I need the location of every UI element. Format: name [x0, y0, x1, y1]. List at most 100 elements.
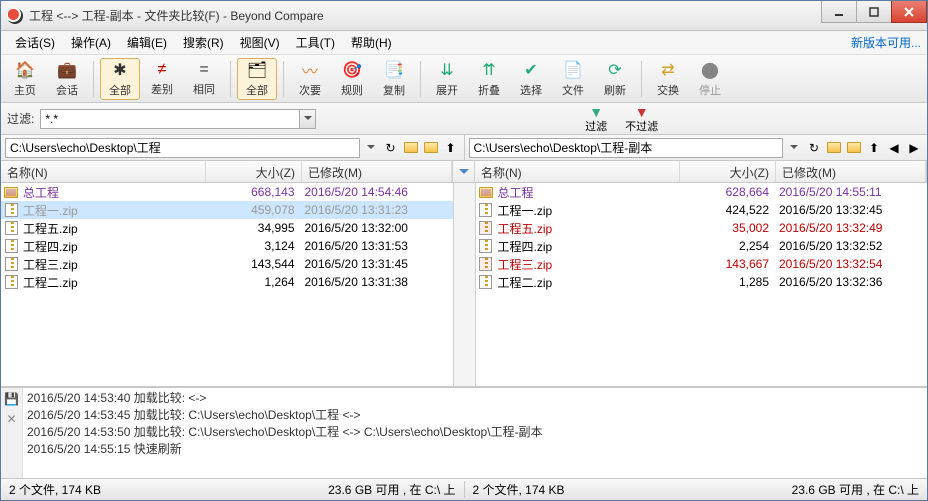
file-row[interactable]: 工程一.zip424,5222016/5/20 13:32:45 — [476, 201, 928, 219]
file-modified: 2016/5/20 14:55:11 — [775, 185, 925, 199]
file-size: 459,078 — [205, 203, 301, 217]
folder-icon — [479, 187, 493, 198]
structure-all-button[interactable]: 🗂全部 — [237, 58, 277, 100]
left-path-dropdown[interactable] — [362, 139, 380, 157]
col-size[interactable]: 大小(Z) — [206, 161, 302, 182]
col-name[interactable]: 名称(N) — [1, 161, 206, 182]
file-row[interactable]: 工程三.zip143,5442016/5/20 13:31:45 — [1, 255, 453, 273]
chevron-down-icon — [459, 169, 469, 175]
file-modified: 2016/5/20 13:32:49 — [775, 221, 925, 235]
toolbar-separator — [420, 61, 421, 97]
filter-bar: 过滤: ▼过滤 ▼不过滤 — [1, 103, 927, 135]
left-file-pane[interactable]: 总工程668,1432016/5/20 14:54:46工程一.zip459,0… — [1, 183, 454, 386]
right-up-button[interactable]: ⬆ — [865, 139, 883, 157]
path-row: ↻ ⬆ ↻ ⬆ ◀ ▶ — [1, 135, 927, 161]
file-size: 143,667 — [679, 257, 775, 271]
filter-input[interactable] — [40, 109, 300, 129]
file-icon: 📄 — [563, 60, 583, 80]
log-line: 2016/5/20 14:53:45 加载比较: C:\Users\echo\D… — [27, 407, 923, 424]
filter-dropdown-button[interactable] — [300, 109, 316, 129]
show-same-button[interactable]: =相同 — [184, 58, 224, 100]
left-path-cell: ↻ ⬆ — [1, 135, 465, 160]
disk-icon[interactable]: 💾 — [4, 392, 19, 406]
file-modified: 2016/5/20 13:31:45 — [301, 257, 451, 271]
log-body[interactable]: 2016/5/20 14:53:40 加载比较: <->2016/5/20 14… — [23, 388, 927, 478]
col-size[interactable]: 大小(Z) — [680, 161, 776, 182]
right-path-dropdown[interactable] — [785, 139, 803, 157]
right-browse-folder-button[interactable] — [825, 139, 843, 157]
col-modified[interactable]: 已修改(M) — [776, 161, 926, 182]
folder-open-icon — [424, 142, 438, 153]
right-forward-button[interactable]: ▶ — [905, 139, 923, 157]
apply-filter-button[interactable]: ▼过滤 — [579, 104, 613, 134]
left-up-button[interactable]: ⬆ — [442, 139, 460, 157]
left-browse-folder-button[interactable] — [402, 139, 420, 157]
right-path-input[interactable] — [469, 138, 784, 158]
minimize-button[interactable] — [821, 1, 857, 23]
file-row[interactable]: 总工程668,1432016/5/20 14:54:46 — [1, 183, 453, 201]
center-gutter[interactable] — [454, 183, 476, 386]
file-row[interactable]: 工程五.zip35,0022016/5/20 13:32:49 — [476, 219, 928, 237]
file-row[interactable]: 工程四.zip2,2542016/5/20 13:32:52 — [476, 237, 928, 255]
log-line: 2016/5/20 14:53:50 加载比较: C:\Users\echo\D… — [27, 424, 923, 441]
collapse-button[interactable]: ⇈折叠 — [469, 58, 509, 100]
menu-edit[interactable]: 编辑(E) — [119, 31, 175, 54]
col-name[interactable]: 名称(N) — [475, 161, 680, 182]
session-button[interactable]: 💼会话 — [47, 58, 87, 100]
files-button[interactable]: 📄文件 — [553, 58, 593, 100]
right-file-pane[interactable]: 总工程628,6642016/5/20 14:55:11工程一.zip424,5… — [476, 183, 928, 386]
file-row[interactable]: 工程一.zip459,0782016/5/20 13:31:23 — [1, 201, 453, 219]
expand-button[interactable]: ⇊展开 — [427, 58, 467, 100]
maximize-button[interactable] — [856, 1, 892, 23]
menu-view[interactable]: 视图(V) — [232, 31, 288, 54]
funnel-icon: ▼ — [589, 104, 603, 118]
show-diff-button[interactable]: ≠差别 — [142, 58, 182, 100]
right-back-button[interactable]: ◀ — [885, 139, 903, 157]
clear-log-icon[interactable]: ✕ — [6, 412, 16, 426]
file-size: 668,143 — [205, 185, 301, 199]
rules-button[interactable]: 🎯规则 — [332, 58, 372, 100]
app-window: 工程 <--> 工程-副本 - 文件夹比较(F) - Beyond Compar… — [0, 0, 928, 501]
minor-button[interactable]: 〰次要 — [290, 58, 330, 100]
show-all-button[interactable]: ✱全部 — [100, 58, 140, 100]
file-size: 143,544 — [205, 257, 301, 271]
center-gutter-header[interactable] — [453, 161, 475, 183]
update-available-link[interactable]: 新版本可用... — [851, 34, 921, 51]
file-modified: 2016/5/20 13:32:00 — [301, 221, 451, 235]
file-row[interactable]: 总工程628,6642016/5/20 14:55:11 — [476, 183, 928, 201]
left-history-button[interactable]: ↻ — [382, 139, 400, 157]
file-row[interactable]: 工程二.zip1,2852016/5/20 13:32:36 — [476, 273, 928, 291]
file-row[interactable]: 工程五.zip34,9952016/5/20 13:32:00 — [1, 219, 453, 237]
briefcase-icon: 💼 — [57, 60, 77, 80]
close-button[interactable] — [891, 1, 927, 23]
menu-tools[interactable]: 工具(T) — [288, 31, 343, 54]
left-path-input[interactable] — [5, 138, 360, 158]
refresh-button[interactable]: ⟳刷新 — [595, 58, 635, 100]
file-row[interactable]: 工程三.zip143,6672016/5/20 13:32:54 — [476, 255, 928, 273]
folder-icon — [4, 187, 18, 198]
file-row[interactable]: 工程四.zip3,1242016/5/20 13:31:53 — [1, 237, 453, 255]
col-modified[interactable]: 已修改(M) — [302, 161, 452, 182]
menu-action[interactable]: 操作(A) — [63, 31, 119, 54]
titlebar[interactable]: 工程 <--> 工程-副本 - 文件夹比较(F) - Beyond Compar… — [1, 1, 927, 31]
zip-file-icon — [479, 239, 492, 253]
left-browse-open-button[interactable] — [422, 139, 440, 157]
menubar: 会话(S) 操作(A) 编辑(E) 搜索(R) 视图(V) 工具(T) 帮助(H… — [1, 31, 927, 55]
file-row[interactable]: 工程二.zip1,2642016/5/20 13:31:38 — [1, 273, 453, 291]
right-history-button[interactable]: ↻ — [805, 139, 823, 157]
folders-icon: 🗂 — [247, 60, 267, 80]
right-browse-open-button[interactable] — [845, 139, 863, 157]
menu-help[interactable]: 帮助(H) — [343, 31, 400, 54]
chevron-down-icon — [367, 145, 375, 150]
menu-session[interactable]: 会话(S) — [7, 31, 63, 54]
swap-button[interactable]: ⇄交换 — [648, 58, 688, 100]
swap-icon: ⇄ — [661, 60, 674, 80]
home-button[interactable]: 🏠主页 — [5, 58, 45, 100]
copy-button[interactable]: 📑复制 — [374, 58, 414, 100]
check-icon: ✔ — [524, 60, 537, 80]
menu-search[interactable]: 搜索(R) — [175, 31, 232, 54]
clear-filter-button[interactable]: ▼不过滤 — [619, 104, 664, 134]
stop-button[interactable]: ⬤停止 — [690, 58, 730, 100]
file-size: 1,264 — [205, 275, 301, 289]
select-button[interactable]: ✔选择 — [511, 58, 551, 100]
